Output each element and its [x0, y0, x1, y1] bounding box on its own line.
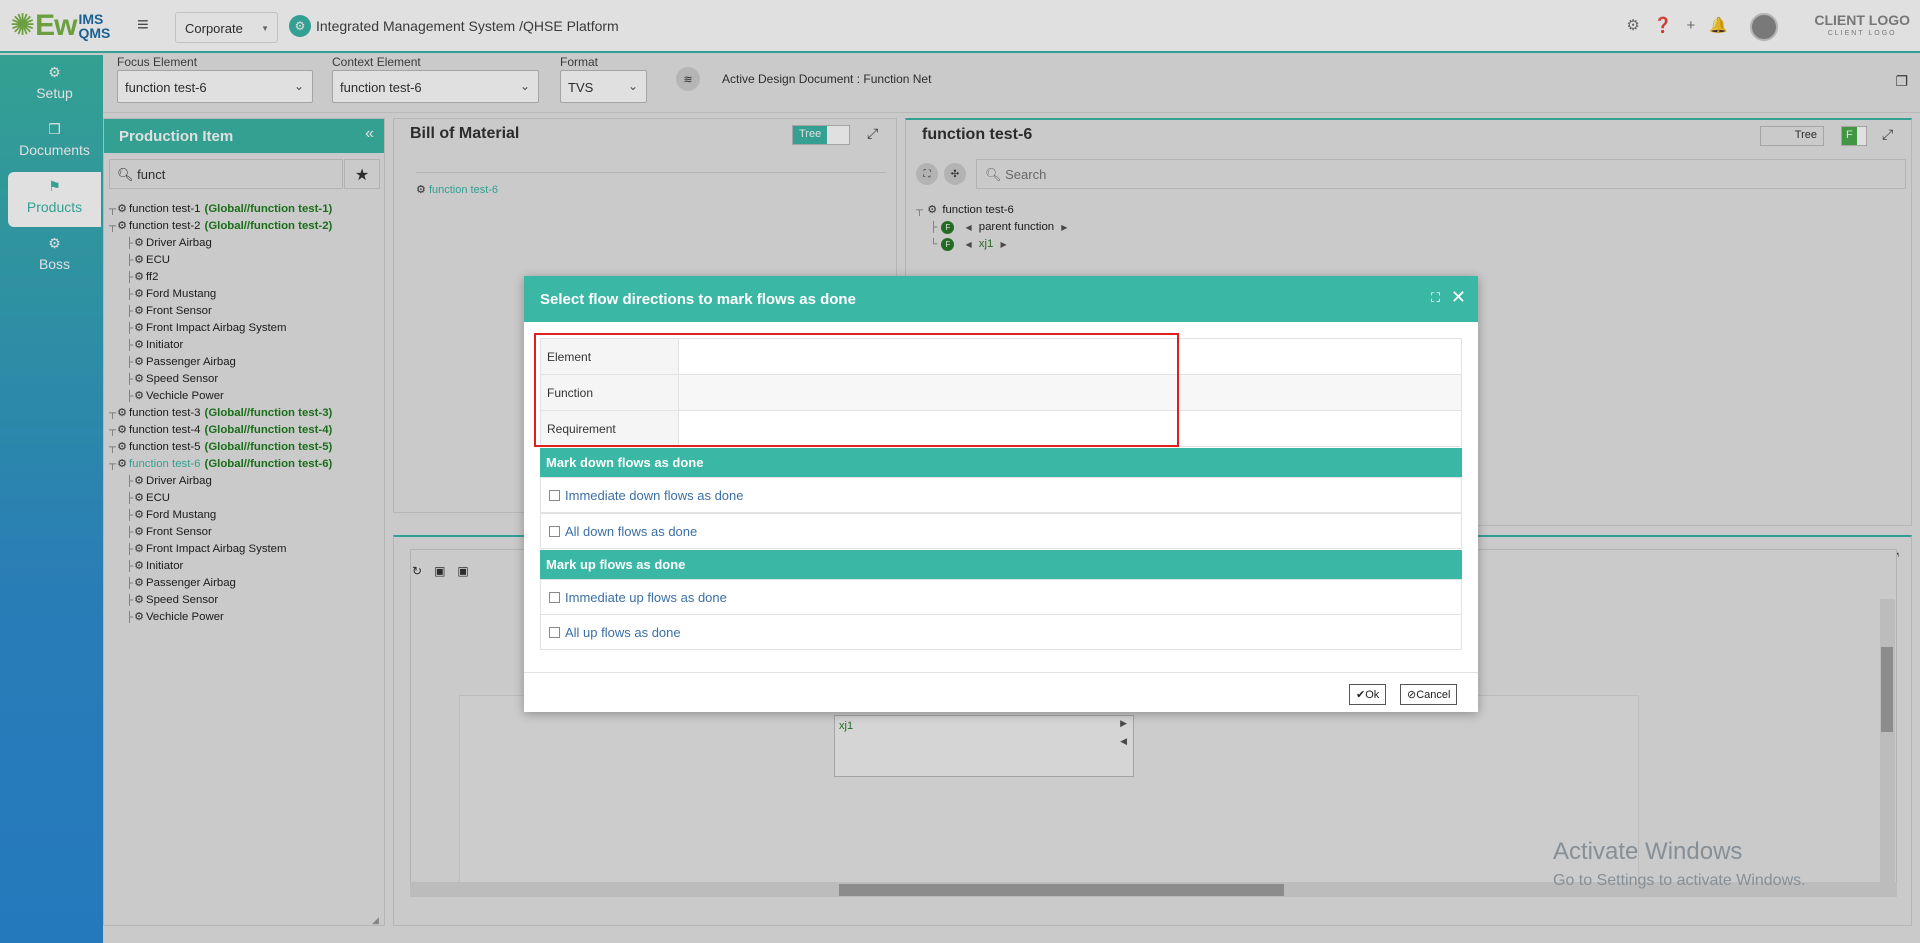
dialog-footer [524, 672, 1478, 712]
checkbox[interactable] [549, 526, 560, 537]
check-icon: ✔ [1356, 689, 1366, 701]
ban-icon: ⊘ [1407, 689, 1417, 701]
cancel-label: Cancel [1416, 689, 1451, 701]
checkbox[interactable] [549, 627, 560, 638]
cancel-button[interactable]: ⊘Cancel [1400, 684, 1458, 705]
down-flows-heading: Mark down flows as done [540, 448, 1462, 477]
all-down-checkbox[interactable]: All down flows as done [540, 513, 1462, 549]
all-up-checkbox[interactable]: All up flows as done [540, 614, 1462, 650]
checkbox-label: All down flows as done [565, 524, 698, 539]
immediate-up-checkbox[interactable]: Immediate up flows as done [540, 579, 1462, 615]
checkbox-label: Immediate up flows as done [565, 590, 727, 605]
ok-button[interactable]: ✔Ok [1349, 684, 1387, 705]
ok-label: Ok [1365, 689, 1380, 701]
highlight-annotation [534, 333, 1179, 447]
checkbox-label: Immediate down flows as done [565, 488, 744, 503]
up-flows-heading: Mark up flows as done [540, 550, 1462, 579]
maximize-icon[interactable]: ⛶ [1431, 290, 1440, 306]
checkbox[interactable] [549, 490, 560, 501]
close-icon[interactable]: ✕ [1451, 287, 1466, 308]
dialog-title: Select flow directions to mark flows as … [540, 291, 856, 308]
checkbox-label: All up flows as done [565, 625, 681, 640]
immediate-down-checkbox[interactable]: Immediate down flows as done [540, 477, 1462, 513]
dialog-header: Select flow directions to mark flows as … [524, 276, 1478, 322]
checkbox[interactable] [549, 592, 560, 603]
